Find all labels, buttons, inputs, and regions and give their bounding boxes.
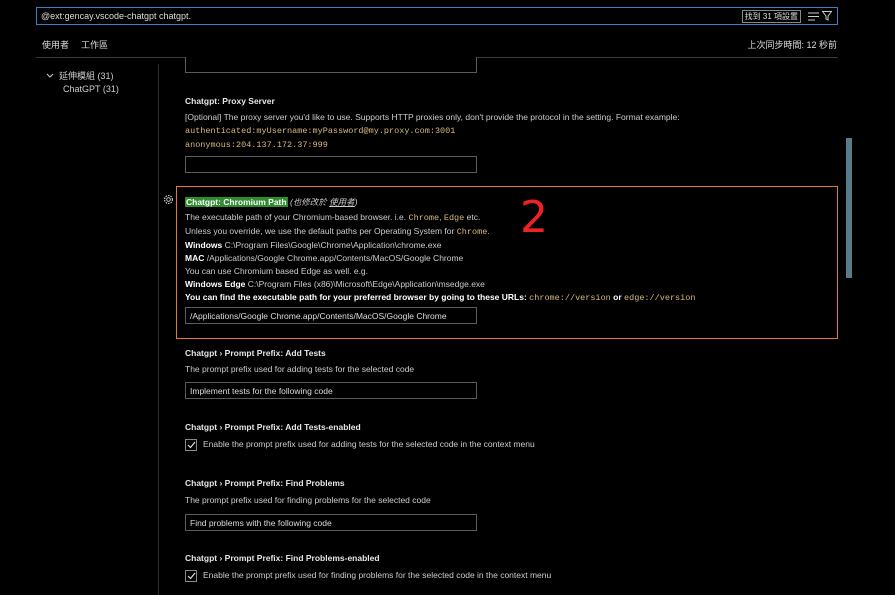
chromium-path-title-text: Chatgpt: Chromium Path (185, 197, 288, 207)
add-tests-title: Chatgpt › Prompt Prefix: Add Tests (185, 348, 326, 358)
scrollbar-thumb[interactable] (846, 138, 852, 278)
previous-setting-input[interactable] (185, 57, 477, 73)
proxy-server-title: Chatgpt: Proxy Server (185, 96, 275, 106)
modified-in-user-link[interactable]: 使用者 (329, 197, 355, 207)
chromium-path-description: The executable path of your Chromium-bas… (185, 212, 696, 303)
settings-search-input[interactable]: @ext:gencay.vscode-chatgpt chatgpt. 找到 3… (36, 7, 838, 25)
add-tests-enabled-checkbox[interactable] (185, 439, 197, 451)
chromium-path-title: Chatgpt: Chromium Path (也修改於 使用者) (185, 196, 358, 208)
proxy-example-authenticated: authenticated:myUsername:myPassword@my.p… (185, 126, 456, 136)
chromium-path-input[interactable]: /Applications/Google Chrome.app/Contents… (185, 307, 477, 324)
toc-item-chatgpt[interactable]: ChatGPT (31) (63, 84, 119, 94)
chevron-down-icon (46, 73, 54, 78)
checkmark-icon (187, 441, 195, 449)
tab-workspace[interactable]: 工作區 (81, 38, 108, 51)
proxy-example-anonymous: anonymous:204.137.172.37:999 (185, 140, 328, 150)
modified-in-indicator: (也修改於 使用者) (289, 197, 358, 207)
toc-divider (158, 64, 159, 595)
proxy-server-description: [Optional] The proxy server you'd like t… (185, 112, 680, 150)
annotation-number: 2 (520, 192, 548, 243)
find-problems-enabled-checkbox[interactable] (185, 570, 197, 582)
result-count-badge: 找到 31 項設置 (741, 9, 801, 23)
tab-user[interactable]: 使用者 (42, 38, 69, 51)
add-tests-enabled-title: Chatgpt › Prompt Prefix: Add Tests-enabl… (185, 422, 361, 432)
add-tests-input[interactable]: Implement tests for the following code (185, 382, 477, 399)
search-query[interactable]: @ext:gencay.vscode-chatgpt chatgpt. (41, 11, 742, 21)
gear-icon[interactable] (163, 194, 174, 205)
add-tests-description: The prompt prefix used for adding tests … (185, 364, 415, 374)
find-problems-input[interactable]: Find problems with the following code (185, 514, 477, 531)
filter-icon[interactable] (821, 10, 833, 22)
sync-status: 上次同步時間: 12 秒前 (747, 40, 837, 50)
proxy-server-input[interactable] (185, 156, 477, 173)
find-problems-title: Chatgpt › Prompt Prefix: Find Problems (185, 478, 345, 488)
toc-group-label: 延伸模組 (31) (59, 71, 114, 81)
find-problems-enabled-title: Chatgpt › Prompt Prefix: Find Problems-e… (185, 553, 380, 563)
clear-filter-icon[interactable] (807, 10, 819, 22)
find-problems-enabled-label[interactable]: Enable the prompt prefix used for findin… (203, 570, 551, 580)
add-tests-enabled-label[interactable]: Enable the prompt prefix used for adding… (203, 439, 535, 449)
find-problems-description: The prompt prefix used for finding probl… (185, 495, 431, 505)
toc-extensions-group[interactable]: 延伸模組 (31) (46, 69, 114, 82)
checkmark-icon (187, 572, 195, 580)
